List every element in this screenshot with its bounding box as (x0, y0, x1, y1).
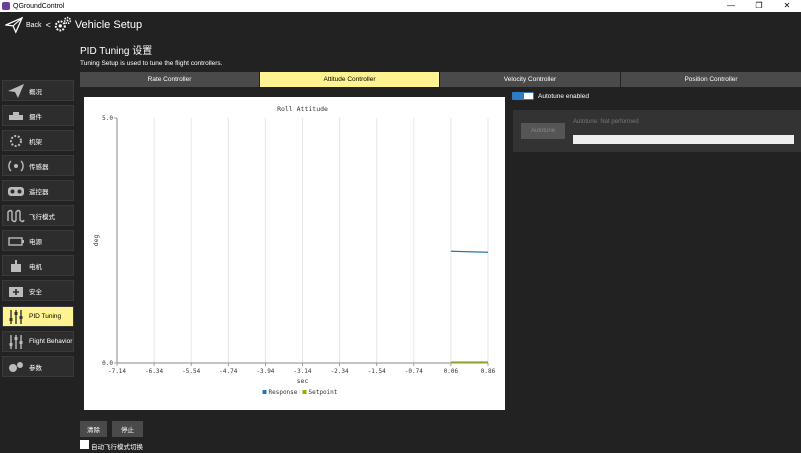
stop-button[interactable]: 停止 (112, 421, 143, 437)
y-axis-label: deg (92, 235, 100, 247)
legend-entry: Setpoint (309, 389, 338, 396)
tab-attitude-controller[interactable]: Attitude Controller (260, 72, 440, 87)
x-tick-label: -3.14 (293, 368, 311, 375)
radio-icon (7, 183, 25, 199)
auto-switch-checkbox[interactable] (80, 440, 89, 449)
close-icon[interactable]: ✕ (773, 0, 801, 12)
x-tick-label: -2.34 (331, 368, 349, 375)
gears-icon (54, 16, 72, 32)
autotune-status: Autotune: Not performed (573, 119, 639, 125)
x-tick-label: -1.54 (368, 368, 386, 375)
autotune-toggle[interactable] (512, 92, 534, 100)
sidebar-item-2[interactable]: 机架 (2, 130, 74, 151)
qgc-app-icon (2, 2, 10, 10)
sidebar-item-6[interactable]: 电源 (2, 230, 74, 251)
controller-tabs: Rate Controller Attitude Controller Velo… (80, 72, 801, 87)
sidebar-item-0[interactable]: 概况 (2, 80, 74, 101)
legend-swatch (302, 390, 307, 394)
y-tick-label: 5.0 (102, 115, 113, 122)
x-tick-label: 0.86 (481, 368, 496, 375)
sidebar-item-label: 参数 (29, 364, 42, 372)
sidebar-item-7[interactable]: 电机 (2, 255, 74, 276)
series-line-response (450, 250, 489, 253)
sidebar-item-5[interactable]: 飞行模式 (2, 205, 74, 226)
airframe-icon (7, 108, 25, 124)
x-tick-label: -0.74 (405, 368, 423, 375)
x-tick-label: -4.74 (219, 368, 237, 375)
tab-rate-controller[interactable]: Rate Controller (80, 72, 260, 87)
window-titlebar: QGroundControl — ❐ ✕ (0, 0, 801, 12)
toggle-knob (524, 93, 533, 99)
chart-canvas: -7.14 -6.34 -5.54 -4.74 -3.94 -3.14 -2.34 -1.54… (92, 105, 496, 396)
legend-swatch (262, 390, 267, 394)
x-tick-label: -7.14 (108, 368, 126, 375)
tuning-icon (7, 309, 25, 325)
legend-entry: Response (269, 389, 298, 396)
sidebar-item-9[interactable]: PID Tuning (2, 306, 74, 327)
sidebar-item-label: 机架 (29, 138, 42, 146)
x-tick-label: -6.34 (145, 368, 163, 375)
power-icon (7, 233, 25, 249)
sidebar-item-1[interactable]: 摄件 (2, 105, 74, 126)
flight-modes-icon (7, 208, 25, 224)
sidebar-item-label: 电源 (29, 238, 42, 246)
motors-icon (7, 258, 25, 274)
sidebar-item-label: 传感器 (29, 163, 49, 171)
sidebar-item-label: 安全 (29, 288, 42, 296)
safety-icon (7, 283, 25, 299)
clear-button[interactable]: 清除 (80, 421, 107, 437)
auto-switch-label: 自动飞行模式切换 (91, 444, 143, 451)
plane-icon (7, 83, 25, 99)
sidebar-item-label: Flight Behavior (29, 338, 73, 345)
tab-velocity-controller[interactable]: Velocity Controller (440, 72, 621, 87)
behavior-icon (7, 334, 25, 350)
y-tick-label: 0.0 (102, 360, 113, 367)
app-toolbar: Back < Vehicle Setup (0, 12, 801, 38)
sidebar-item-label: 摄件 (29, 113, 42, 121)
page-header-title: Vehicle Setup (74, 19, 143, 31)
minimize-icon[interactable]: — (717, 0, 745, 12)
x-axis-label: sec (297, 377, 309, 385)
sensors-icon (7, 158, 25, 174)
x-tick-label: -5.54 (182, 368, 200, 375)
paper-plane-icon[interactable] (5, 16, 23, 34)
sidebar-item-10[interactable]: Flight Behavior (2, 331, 74, 352)
sidebar-item-label: 电机 (29, 263, 42, 271)
autotune-progress-bar (573, 135, 794, 144)
parameters-icon (7, 359, 25, 375)
sidebar-item-8[interactable]: 安全 (2, 280, 74, 301)
frame-icon (7, 133, 25, 149)
sidebar-item-11[interactable]: 参数 (2, 356, 74, 377)
sidebar-item-label: 概况 (29, 88, 42, 96)
page-title: PID Tuning 设置 (80, 46, 153, 57)
sidebar-item-label: 飞行模式 (29, 213, 55, 221)
breadcrumb-separator: < (45, 20, 51, 30)
x-tick-label: -3.94 (256, 368, 274, 375)
x-tick-label: 0.06 (444, 368, 459, 375)
page-description: Tuning Setup is used to tune the flight … (80, 60, 223, 67)
window-title: QGroundControl (13, 2, 65, 10)
autotune-enabled-label: Autotune enabled (538, 93, 589, 100)
maximize-icon[interactable]: ❐ (745, 0, 773, 12)
chart-title: Roll Attitude (277, 105, 328, 113)
autotune-button[interactable]: Autotune (521, 123, 565, 139)
sidebar-item-3[interactable]: 传感器 (2, 155, 74, 176)
tab-position-controller[interactable]: Position Controller (621, 72, 801, 87)
sidebar-item-label: 遥控器 (29, 188, 49, 196)
roll-attitude-chart[interactable]: -7.14 -6.34 -5.54 -4.74 -3.94 -3.14 -2.34 -1.54… (84, 97, 505, 410)
sidebar-item-4[interactable]: 遥控器 (2, 180, 74, 201)
back-button[interactable]: Back (26, 22, 42, 29)
autotune-panel: Autotune Autotune: Not performed (513, 110, 801, 152)
sidebar-item-label: PID Tuning (29, 313, 62, 320)
